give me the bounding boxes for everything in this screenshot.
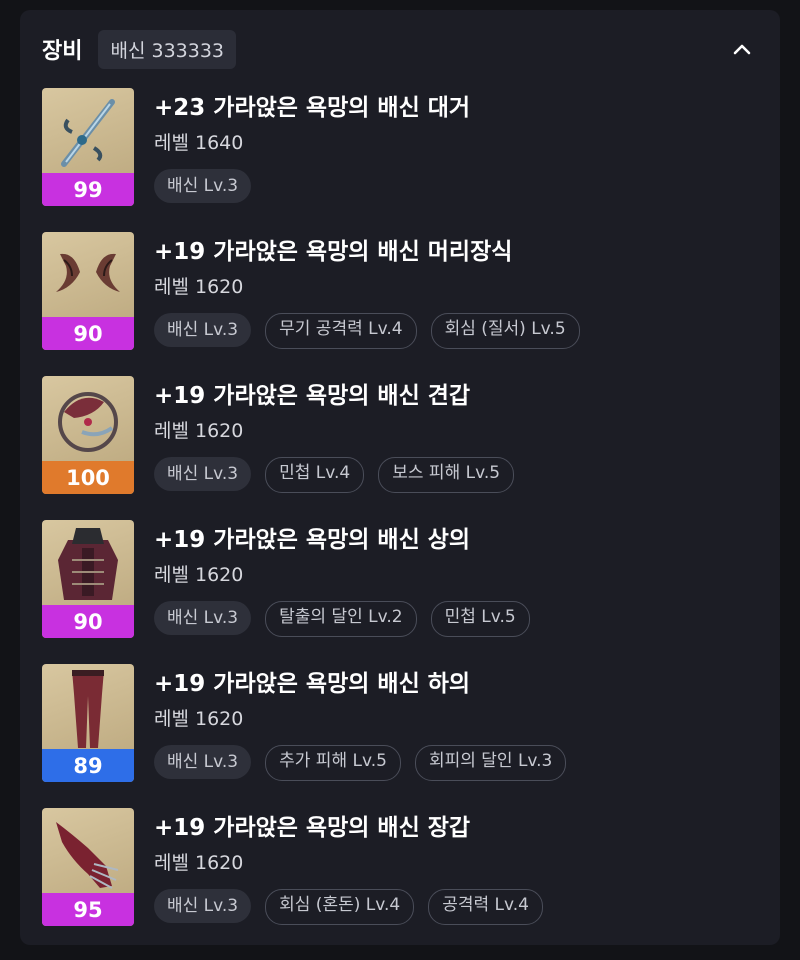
item-level: 레벨 1620 — [154, 276, 244, 298]
equipment-item[interactable]: 95 +19 가라앉은 욕망의 배신 장갑레벨 1620 배신 Lv.3 회심 (혼돈… — [42, 808, 762, 952]
gloves-icon — [56, 822, 119, 889]
section-title: 장비 — [42, 39, 83, 64]
equipment-item[interactable]: 90 +19 가라앉은 욕망의 배신 머리장식레벨 1620 배신 Lv.3 무기 공… — [42, 232, 762, 376]
quality-badge: 90 — [42, 605, 134, 638]
set-level-tag: 배신 Lv.3 — [154, 889, 252, 923]
equipment-list: 99 +23 가라앉은 욕망의 배신 대거레벨 1640 배신 Lv.3 90 +19… — [42, 88, 762, 952]
engraving-tag: 회심 (혼돈) Lv.4 — [265, 889, 415, 925]
item-name: +23 가라앉은 욕망의 배신 대거 — [154, 95, 471, 121]
item-name: +19 가라앉은 욕망의 배신 상의 — [154, 527, 471, 553]
shoulder-icon — [58, 392, 118, 452]
item-level: 레벨 1620 — [154, 564, 244, 586]
engraving-tag: 민첩 Lv.5 — [430, 601, 530, 637]
tag-list: 배신 Lv.3 회심 (혼돈) Lv.4 공격력 Lv.4 — [154, 889, 543, 925]
equipment-thumbnail[interactable]: 100 — [42, 376, 134, 494]
set-level-tag: 배신 Lv.3 — [154, 313, 252, 347]
collapse-button[interactable] — [724, 32, 760, 66]
item-level: 레벨 1620 — [154, 708, 244, 730]
equipment-info: +19 가라앉은 욕망의 배신 머리장식레벨 1620 배신 Lv.3 무기 공격력… — [154, 232, 580, 349]
equipment-item[interactable]: 89 +19 가라앉은 욕망의 배신 하의레벨 1620 배신 Lv.3 추가 피해 … — [42, 664, 762, 808]
engraving-tag: 회심 (질서) Lv.5 — [430, 313, 580, 349]
equipment-info: +23 가라앉은 욕망의 배신 대거레벨 1640 배신 Lv.3 — [154, 88, 470, 203]
item-level: 레벨 1620 — [154, 852, 244, 874]
equipment-thumbnail[interactable]: 89 — [42, 664, 134, 782]
tag-list: 배신 Lv.3 탈출의 달인 Lv.2 민첩 Lv.5 — [154, 601, 530, 637]
pants-icon — [72, 670, 104, 748]
tag-list: 배신 Lv.3 — [154, 169, 470, 203]
chevron-up-icon — [733, 44, 751, 55]
equipment-thumbnail[interactable]: 90 — [42, 520, 134, 638]
equipment-panel: 장비 배신 333333 99 +23 가라앉은 욕망의 배신 대거레벨 1640… — [20, 10, 780, 945]
engraving-tag: 회피의 달인 Lv.3 — [414, 745, 567, 781]
dagger-icon — [61, 99, 115, 167]
equipment-item[interactable]: 90 +19 가라앉은 욕망의 배신 상의레벨 1620 배신 Lv.3 탈출의 달인… — [42, 520, 762, 664]
item-name: +19 가라앉은 욕망의 배신 머리장식 — [154, 239, 513, 265]
equipment-header: 장비 배신 333333 — [42, 29, 237, 69]
quality-badge: 99 — [42, 173, 134, 206]
equipment-thumbnail[interactable]: 95 — [42, 808, 134, 926]
engraving-tag: 공격력 Lv.4 — [428, 889, 543, 925]
set-level-tag: 배신 Lv.3 — [154, 601, 252, 635]
equipment-info: +19 가라앉은 욕망의 배신 하의레벨 1620 배신 Lv.3 추가 피해 Lv… — [154, 664, 567, 781]
equipment-info: +19 가라앉은 욕망의 배신 장갑레벨 1620 배신 Lv.3 회심 (혼돈) … — [154, 808, 543, 925]
engraving-tag: 탈출의 달인 Lv.2 — [265, 601, 417, 637]
equipment-info: +19 가라앉은 욕망의 배신 상의레벨 1620 배신 Lv.3 탈출의 달인 L… — [154, 520, 530, 637]
equipment-thumbnail[interactable]: 99 — [42, 88, 134, 206]
quality-badge: 95 — [42, 893, 134, 926]
item-name: +19 가라앉은 욕망의 배신 장갑 — [154, 815, 471, 841]
tag-list: 배신 Lv.3 추가 피해 Lv.5 회피의 달인 Lv.3 — [154, 745, 567, 781]
tag-list: 배신 Lv.3 무기 공격력 Lv.4 회심 (질서) Lv.5 — [154, 313, 580, 349]
equipment-thumbnail[interactable]: 90 — [42, 232, 134, 350]
engraving-tag: 무기 공격력 Lv.4 — [265, 313, 417, 349]
equipment-item[interactable]: 99 +23 가라앉은 욕망의 배신 대거레벨 1640 배신 Lv.3 — [42, 88, 762, 232]
quality-badge: 90 — [42, 317, 134, 350]
chest-armor-icon — [58, 528, 118, 600]
set-effect-badge: 배신 333333 — [98, 29, 237, 69]
engraving-tag: 민첩 Lv.4 — [265, 457, 365, 493]
headgear-icon — [56, 253, 120, 292]
engraving-tag: 보스 피해 Lv.5 — [378, 457, 515, 493]
equipment-item[interactable]: 100 +19 가라앉은 욕망의 배신 견갑레벨 1620 배신 Lv.3 민첩 Lv… — [42, 376, 762, 520]
item-level: 레벨 1620 — [154, 420, 244, 442]
item-name: +19 가라앉은 욕망의 배신 견갑 — [154, 383, 471, 409]
quality-badge: 89 — [42, 749, 134, 782]
tag-list: 배신 Lv.3 민첩 Lv.4 보스 피해 Lv.5 — [154, 457, 515, 493]
engraving-tag: 추가 피해 Lv.5 — [265, 745, 401, 781]
set-level-tag: 배신 Lv.3 — [154, 169, 252, 203]
set-level-tag: 배신 Lv.3 — [154, 457, 252, 491]
equipment-info: +19 가라앉은 욕망의 배신 견갑레벨 1620 배신 Lv.3 민첩 Lv.4 보… — [154, 376, 515, 493]
item-name: +19 가라앉은 욕망의 배신 하의 — [154, 671, 471, 697]
item-level: 레벨 1640 — [154, 132, 244, 154]
quality-badge: 100 — [42, 461, 134, 494]
set-level-tag: 배신 Lv.3 — [154, 745, 252, 779]
